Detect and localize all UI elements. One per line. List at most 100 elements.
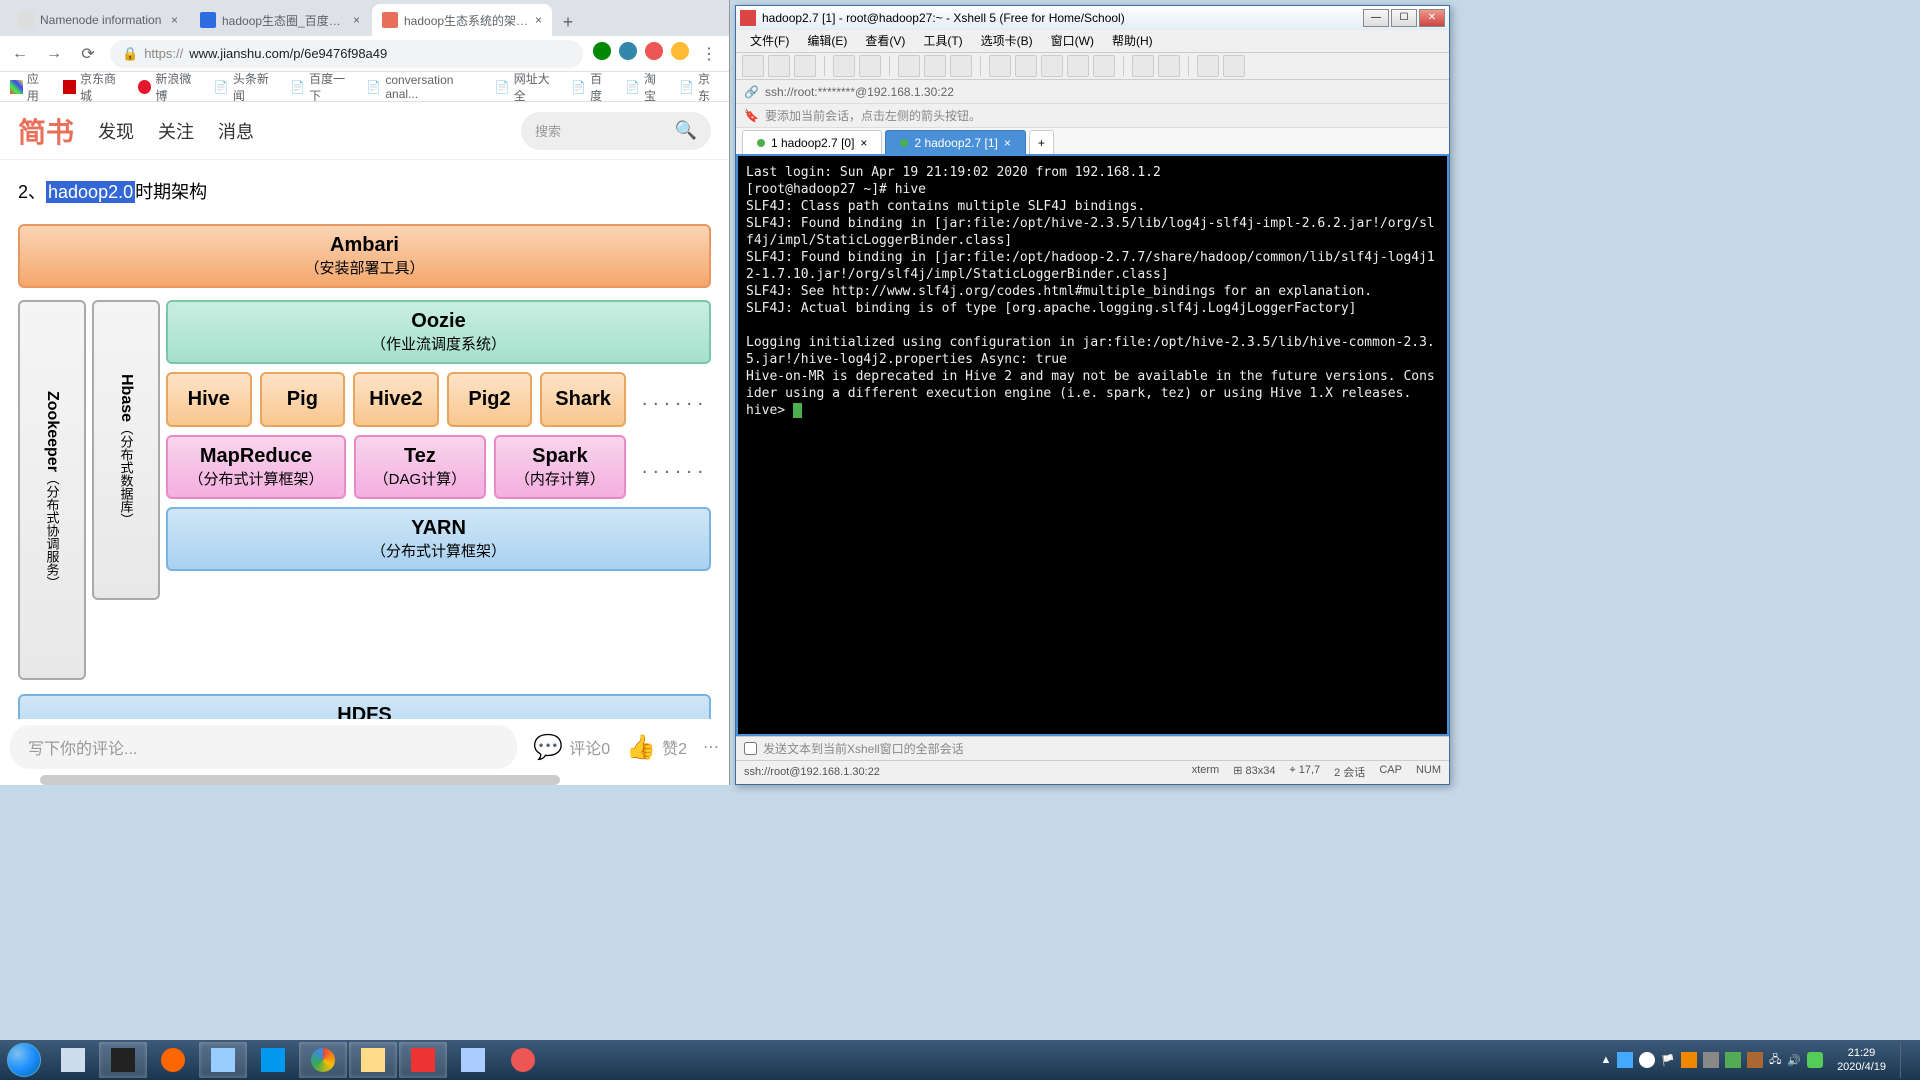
- extension-icon[interactable]: [645, 42, 663, 60]
- taskbar-item[interactable]: [299, 1042, 347, 1078]
- browser-tab[interactable]: hadoop生态圈_百度搜索×: [190, 4, 370, 36]
- battery-icon[interactable]: [1807, 1052, 1823, 1068]
- more-icon[interactable]: ⋯: [703, 737, 719, 757]
- menu-tabs[interactable]: 选项卡(B): [973, 30, 1041, 52]
- bookmark-item[interactable]: 京东商城: [63, 70, 124, 104]
- search-icon[interactable]: 🔍: [675, 120, 697, 141]
- menu-view[interactable]: 查看(V): [857, 30, 913, 52]
- extension-icon[interactable]: [619, 42, 637, 60]
- clock[interactable]: 21:29 2020/4/19: [1829, 1046, 1894, 1074]
- apps-button[interactable]: 应用: [10, 70, 49, 104]
- toolbar-button[interactable]: [1158, 55, 1180, 77]
- back-button[interactable]: ←: [8, 42, 32, 66]
- menu-help[interactable]: 帮助(H): [1104, 30, 1161, 52]
- bookmark-item[interactable]: 📄头条新闻: [214, 70, 276, 104]
- toolbar-button[interactable]: [794, 55, 816, 77]
- close-icon[interactable]: ×: [860, 136, 867, 150]
- toolbar-button[interactable]: [1067, 55, 1089, 77]
- network-icon[interactable]: 🖧: [1769, 1051, 1781, 1070]
- new-tab-button[interactable]: +: [554, 8, 582, 36]
- tray-icon[interactable]: 🏳️: [1661, 1054, 1675, 1067]
- window-title-bar[interactable]: hadoop2.7 [1] - root@hadoop27:~ - Xshell…: [736, 6, 1449, 30]
- toolbar-button[interactable]: [1093, 55, 1115, 77]
- bookmark-icon[interactable]: 🔖: [744, 109, 759, 123]
- broadcast-input[interactable]: 发送文本到当前Xshell窗口的全部会话: [736, 736, 1449, 760]
- toolbar-button[interactable]: [833, 55, 855, 77]
- toolbar-button[interactable]: [1223, 55, 1245, 77]
- nav-link[interactable]: 关注: [158, 118, 194, 144]
- tray-icon[interactable]: [1639, 1052, 1655, 1068]
- bookmark-item[interactable]: 📄淘宝: [625, 70, 665, 104]
- taskbar-item[interactable]: [499, 1042, 547, 1078]
- browser-tab[interactable]: Namenode information×: [8, 4, 188, 36]
- toolbar-button[interactable]: [989, 55, 1011, 77]
- toolbar-button[interactable]: [924, 55, 946, 77]
- like-button[interactable]: 👍赞2: [626, 733, 687, 762]
- tray-arrow-icon[interactable]: ▲: [1601, 1054, 1612, 1066]
- taskbar-item[interactable]: [349, 1042, 397, 1078]
- comments-button[interactable]: 💬评论0: [533, 733, 610, 762]
- close-icon[interactable]: ×: [535, 13, 542, 27]
- bookmark-item[interactable]: 新浪微博: [138, 70, 199, 104]
- taskbar-item[interactable]: [399, 1042, 447, 1078]
- toolbar-button[interactable]: [1197, 55, 1219, 77]
- browser-tab-active[interactable]: hadoop生态系统的架构图（转×: [372, 4, 552, 36]
- comment-input[interactable]: 写下你的评论...: [10, 725, 517, 769]
- toolbar-button[interactable]: [898, 55, 920, 77]
- menu-window[interactable]: 窗口(W): [1043, 30, 1102, 52]
- close-icon[interactable]: ×: [171, 13, 178, 27]
- toolbar-button[interactable]: [1132, 55, 1154, 77]
- menu-button[interactable]: ⋮: [697, 42, 721, 66]
- nav-link[interactable]: 消息: [218, 118, 254, 144]
- nav-link[interactable]: 发现: [98, 118, 134, 144]
- ssh-address-bar[interactable]: 🔗 ssh://root:********@192.168.1.30:22: [736, 80, 1449, 104]
- url-input[interactable]: 🔒 https://www.jianshu.com/p/6e9476f98a49: [110, 40, 583, 68]
- extension-icon[interactable]: [593, 42, 611, 60]
- maximize-button[interactable]: ☐: [1391, 9, 1417, 27]
- session-tab[interactable]: 1 hadoop2.7 [0] ×: [742, 130, 882, 154]
- tray-icon[interactable]: [1703, 1052, 1719, 1068]
- menu-file[interactable]: 文件(F): [742, 30, 797, 52]
- site-logo[interactable]: 简书: [18, 111, 74, 151]
- taskbar-item[interactable]: [199, 1042, 247, 1078]
- minimize-button[interactable]: —: [1363, 9, 1389, 27]
- taskbar-item[interactable]: [449, 1042, 497, 1078]
- close-button[interactable]: ✕: [1419, 9, 1445, 27]
- menu-edit[interactable]: 编辑(E): [799, 30, 855, 52]
- bookmark-item[interactable]: 📄网址大全: [495, 70, 557, 104]
- toolbar-button[interactable]: [742, 55, 764, 77]
- new-session-tab[interactable]: +: [1029, 130, 1054, 154]
- close-icon[interactable]: ×: [1004, 136, 1011, 150]
- toolbar-button[interactable]: [768, 55, 790, 77]
- tray-icon[interactable]: [1747, 1052, 1763, 1068]
- taskbar-item[interactable]: [49, 1042, 97, 1078]
- chrome-window: Namenode information× hadoop生态圈_百度搜索× ha…: [0, 0, 730, 785]
- session-tab-active[interactable]: 2 hadoop2.7 [1] ×: [885, 130, 1025, 154]
- tray-icon[interactable]: [1725, 1052, 1741, 1068]
- bookmark-item[interactable]: 📄百度一下: [290, 70, 352, 104]
- tray-icon[interactable]: [1681, 1052, 1697, 1068]
- taskbar-item[interactable]: [99, 1042, 147, 1078]
- bookmark-item[interactable]: 📄百度: [571, 70, 611, 104]
- toolbar-button[interactable]: [1015, 55, 1037, 77]
- close-icon[interactable]: ×: [353, 13, 360, 27]
- taskbar-item[interactable]: [149, 1042, 197, 1078]
- tray-icon[interactable]: [1617, 1052, 1633, 1068]
- taskbar-item[interactable]: [249, 1042, 297, 1078]
- volume-icon[interactable]: 🔊: [1787, 1054, 1801, 1067]
- bookmark-item[interactable]: 📄conversation anal...: [366, 73, 480, 101]
- extension-icon[interactable]: [671, 42, 689, 60]
- reload-button[interactable]: ⟳: [76, 42, 100, 66]
- toolbar-button[interactable]: [859, 55, 881, 77]
- show-desktop-button[interactable]: [1900, 1042, 1910, 1078]
- terminal[interactable]: Last login: Sun Apr 19 21:19:02 2020 fro…: [736, 154, 1449, 736]
- start-button[interactable]: [0, 1040, 48, 1080]
- horizontal-scrollbar[interactable]: [40, 775, 560, 785]
- toolbar-button[interactable]: [1041, 55, 1063, 77]
- search-input[interactable]: 搜索 🔍: [521, 112, 711, 150]
- forward-button[interactable]: →: [42, 42, 66, 66]
- menu-tools[interactable]: 工具(T): [915, 30, 970, 52]
- toolbar-button[interactable]: [950, 55, 972, 77]
- bookmark-item[interactable]: 📄京东: [679, 70, 719, 104]
- broadcast-checkbox[interactable]: [744, 742, 757, 755]
